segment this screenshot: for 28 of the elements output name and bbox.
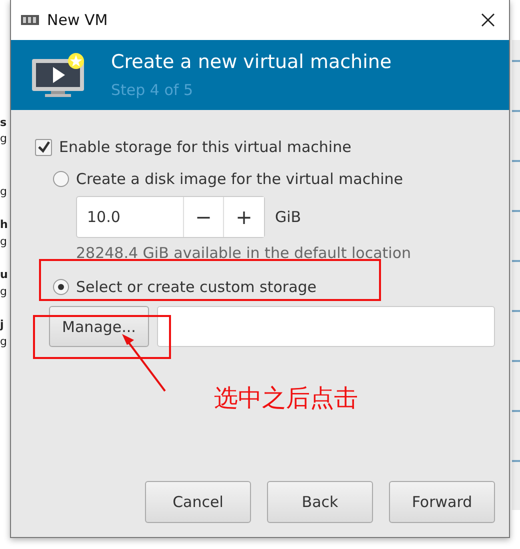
radio-button[interactable] (53, 279, 69, 295)
storage-path-field[interactable] (157, 306, 495, 347)
app-icon (21, 14, 39, 26)
checkbox[interactable] (35, 138, 52, 156)
radio-label: Create a disk image for the virtual machine (76, 170, 403, 188)
dialog-button[interactable]: Forward (389, 481, 495, 523)
checkbox-label: Enable storage for this virtual machine (59, 138, 352, 156)
manage-button[interactable]: Manage... (49, 306, 149, 347)
background-text: s (0, 116, 7, 129)
background-text: u (0, 268, 8, 281)
annotation-text: 选中之后点击 (214, 383, 358, 414)
background-text: g (0, 285, 7, 298)
available-space-text: 28248.4 GiB available in the default location (76, 244, 412, 262)
window-title: New VM (47, 11, 109, 29)
step-label: Step 4 of 5 (111, 81, 194, 99)
background-text: h (0, 218, 8, 231)
radio-button[interactable] (53, 171, 69, 187)
radio-label: Select or create custom storage (76, 278, 317, 296)
unit-label: GiB (275, 208, 302, 226)
background-text: g (0, 235, 7, 248)
background-text: g (0, 185, 7, 198)
background-text: g (0, 132, 7, 145)
dialog-button[interactable]: Back (267, 481, 373, 523)
background-text: g (0, 335, 7, 348)
background-text: j (0, 318, 4, 331)
dialog-button[interactable]: Cancel (145, 481, 251, 523)
close-icon[interactable] (481, 13, 495, 27)
header-title: Create a new virtual machine (111, 51, 392, 73)
